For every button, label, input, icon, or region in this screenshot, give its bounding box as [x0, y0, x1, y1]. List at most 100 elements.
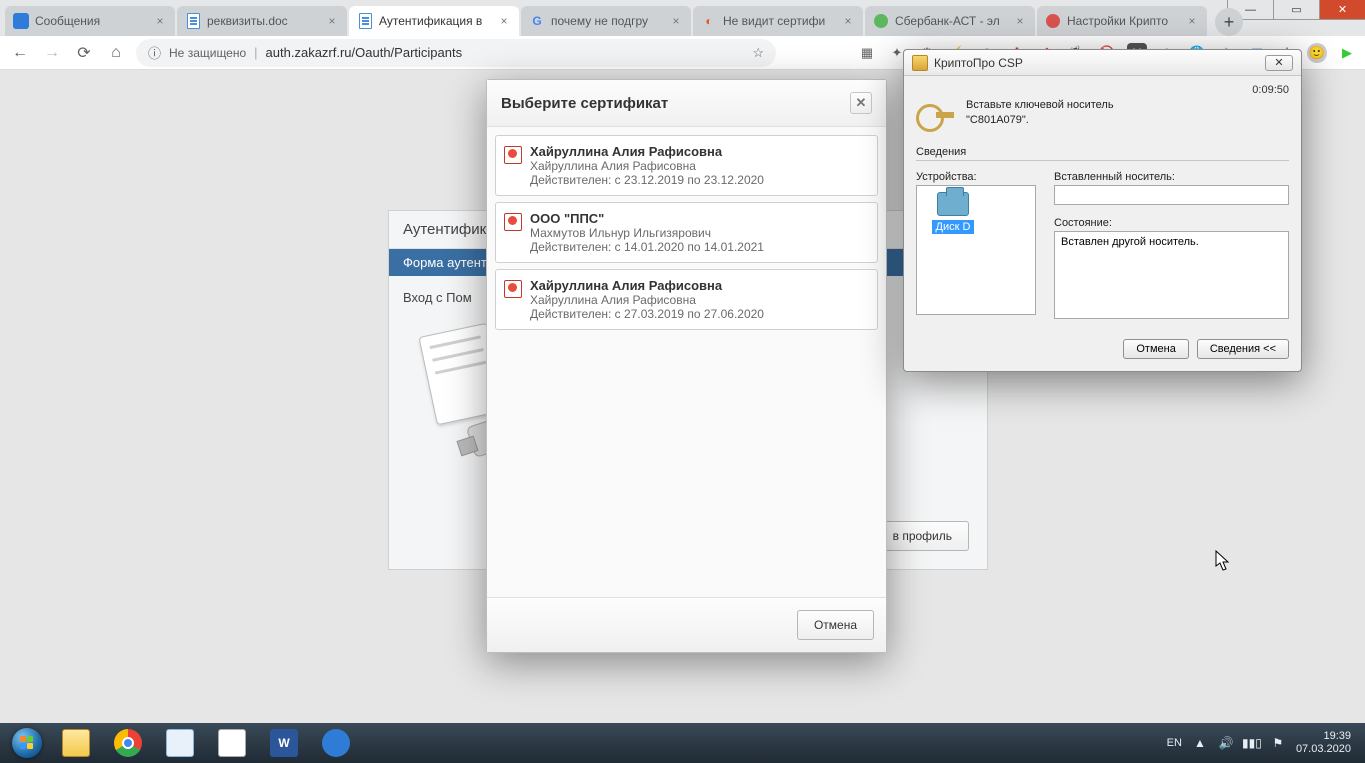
tab-label: Сбербанк-АСТ - эл	[895, 14, 1007, 28]
reload-button[interactable]: ⟳	[72, 41, 96, 65]
tab-label: Сообщения	[35, 14, 147, 28]
csp-cancel-button[interactable]: Отмена	[1123, 339, 1188, 359]
tab-label: почему не подгру	[551, 14, 663, 28]
tab-certificate[interactable]: ◐ Не видит сертифи ×	[693, 6, 863, 36]
media-label: Вставленный носитель:	[1054, 171, 1289, 183]
certificate-validity: Действителен: с 23.12.2019 по 23.12.2020	[530, 173, 867, 187]
certificate-validity: Действителен: с 27.03.2019 по 27.06.2020	[530, 307, 867, 321]
tab-auth[interactable]: Аутентификация в ×	[349, 6, 519, 36]
certificate-name: ООО "ППС"	[530, 211, 867, 226]
taskbar-app-notepad[interactable]	[156, 726, 204, 760]
favicon-icon: G	[529, 13, 545, 29]
taskbar-app-explorer[interactable]	[52, 726, 100, 760]
taskbar-app-generic2[interactable]	[312, 726, 360, 760]
favicon-icon	[185, 13, 201, 29]
csp-section-label: Сведения	[916, 146, 1289, 158]
state-text: Вставлен другой носитель.	[1061, 236, 1199, 248]
taskbar-app-word[interactable]: W	[260, 726, 308, 760]
cancel-button[interactable]: Отмена	[797, 610, 874, 640]
certificate-name: Хайруллина Алия Рафисовна	[530, 144, 867, 159]
url-text: auth.zakazrf.ru/Oauth/Participants	[266, 45, 463, 60]
device-item[interactable]: Диск D	[923, 192, 983, 234]
tab-sberbank[interactable]: Сбербанк-АСТ - эл ×	[865, 6, 1035, 36]
tab-google[interactable]: G почему не подгру ×	[521, 6, 691, 36]
certificate-icon	[504, 213, 522, 231]
close-icon[interactable]: ×	[325, 14, 339, 28]
cryptopro-dialog: КриптоПро CSP ✕ 0:09:50 Вставьте ключево…	[903, 49, 1302, 372]
new-tab-button[interactable]: +	[1215, 8, 1243, 36]
security-label: Не защищено	[169, 46, 246, 60]
certificate-icon	[504, 280, 522, 298]
close-icon[interactable]: ×	[1013, 14, 1027, 28]
avatar-icon[interactable]: 🙂	[1307, 43, 1327, 63]
favicon-icon	[357, 13, 373, 29]
certificate-validity: Действителен: с 14.01.2020 по 14.01.2021	[530, 240, 867, 254]
system-tray: EN ▲ 🔊 ▮▮▯ ⚑ 19:39 07.03.2020	[1167, 730, 1359, 755]
csp-title-text: КриптоПро CSP	[934, 56, 1023, 70]
taskbar-app-chrome[interactable]	[104, 726, 152, 760]
tab-label: Аутентификация в	[379, 14, 491, 28]
key-icon	[916, 98, 956, 134]
home-button[interactable]: ⌂	[104, 41, 128, 65]
taskbar-clock[interactable]: 19:39 07.03.2020	[1296, 730, 1351, 755]
tab-label: реквизиты.doc	[207, 14, 319, 28]
start-button[interactable]	[6, 726, 48, 760]
extension-icon[interactable]: ▶	[1337, 43, 1357, 63]
certificate-name: Хайруллина Алия Рафисовна	[530, 278, 867, 293]
close-icon[interactable]: ×	[841, 14, 855, 28]
certificate-list: Хайруллина Алия Рафисовна Хайруллина Али…	[487, 127, 886, 344]
drive-icon	[937, 192, 969, 216]
taskbar-app-generic[interactable]	[208, 726, 256, 760]
language-indicator[interactable]: EN	[1167, 737, 1182, 749]
tray-up-icon[interactable]: ▲	[1192, 735, 1208, 751]
tab-label: Настройки Крипто	[1067, 14, 1179, 28]
info-icon: ⓘ	[148, 43, 161, 62]
extension-icon[interactable]: ▦	[857, 43, 877, 63]
devices-listbox[interactable]: Диск D	[916, 185, 1036, 315]
back-button[interactable]: ←	[8, 41, 32, 65]
certificate-item[interactable]: ООО "ППС" Махмутов Ильнур Ильгизярович Д…	[495, 202, 878, 263]
csp-details-button[interactable]: Сведения <<	[1197, 339, 1289, 359]
windows-logo-icon	[12, 728, 42, 758]
csp-message-line: "C801A079".	[966, 113, 1114, 128]
certificate-subject: Хайруллина Алия Рафисовна	[530, 293, 867, 307]
network-icon[interactable]: ▮▮▯	[1244, 735, 1260, 751]
window-close-button[interactable]: ✕	[1319, 0, 1365, 20]
csp-message-line: Вставьте ключевой носитель	[966, 98, 1114, 113]
certificate-subject: Махмутов Ильнур Ильгизярович	[530, 226, 867, 240]
csp-timer: 0:09:50	[916, 84, 1289, 96]
profile-button[interactable]: в профиль	[876, 521, 969, 551]
close-icon[interactable]: ×	[153, 14, 167, 28]
bookmark-icon[interactable]: ☆	[752, 45, 764, 61]
dialog-close-button[interactable]: ✕	[850, 92, 872, 114]
app-icon	[912, 55, 928, 71]
csp-close-button[interactable]: ✕	[1265, 55, 1293, 71]
favicon-icon: ◐	[701, 13, 717, 29]
close-icon[interactable]: ×	[1185, 14, 1199, 28]
dialog-title: Выберите сертификат	[501, 95, 668, 112]
forward-button[interactable]: →	[40, 41, 64, 65]
media-input[interactable]	[1054, 185, 1289, 205]
action-center-icon[interactable]: ⚑	[1270, 735, 1286, 751]
close-icon[interactable]: ×	[497, 14, 511, 28]
close-icon[interactable]: ×	[669, 14, 683, 28]
certificate-item[interactable]: Хайруллина Алия Рафисовна Хайруллина Али…	[495, 269, 878, 330]
address-bar[interactable]: ⓘ Не защищено | auth.zakazrf.ru/Oauth/Pa…	[136, 39, 776, 67]
clock-time: 19:39	[1296, 730, 1351, 743]
certificate-item[interactable]: Хайруллина Алия Рафисовна Хайруллина Али…	[495, 135, 878, 196]
state-label: Состояние:	[1054, 217, 1289, 229]
certificate-subject: Хайруллина Алия Рафисовна	[530, 159, 867, 173]
devices-label: Устройства:	[916, 171, 1036, 183]
windows-taskbar: W EN ▲ 🔊 ▮▮▯ ⚑ 19:39 07.03.2020	[0, 723, 1365, 763]
clock-date: 07.03.2020	[1296, 743, 1351, 756]
favicon-icon	[1045, 13, 1061, 29]
certificate-dialog: Выберите сертификат ✕ Хайруллина Алия Ра…	[486, 79, 887, 653]
state-box: Вставлен другой носитель.	[1054, 231, 1289, 319]
tab-label: Не видит сертифи	[723, 14, 835, 28]
certificate-icon	[504, 146, 522, 164]
tab-messages[interactable]: Сообщения ×	[5, 6, 175, 36]
tab-rekvizity[interactable]: реквизиты.doc ×	[177, 6, 347, 36]
volume-icon[interactable]: 🔊	[1218, 735, 1234, 751]
device-label: Диск D	[932, 220, 975, 234]
tab-cryptopro[interactable]: Настройки Крипто ×	[1037, 6, 1207, 36]
